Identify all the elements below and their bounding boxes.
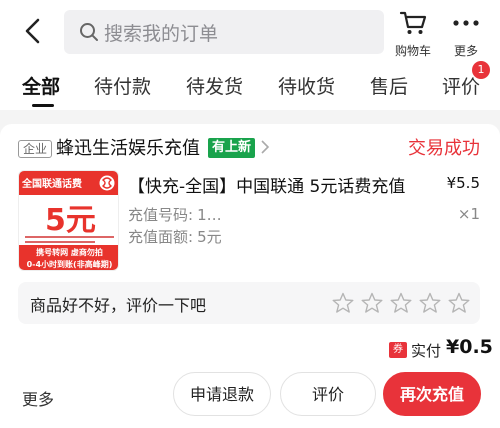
product-price: ¥5.5 bbox=[446, 174, 480, 192]
star-icon[interactable] bbox=[448, 292, 470, 314]
thumbnail-header: 全国联通话费 bbox=[19, 171, 118, 195]
thumbnail-note-2: 0-4小时到账(非高峰期) bbox=[26, 260, 113, 269]
recharge-number-row: 充值号码: 1⁠… bbox=[128, 204, 222, 225]
product-thumbnail[interactable]: 全国联通话费 5元 携号转网 虚商勿拍 0-4小时到账(非高峰期) bbox=[18, 170, 119, 271]
star-icon[interactable] bbox=[361, 292, 383, 314]
more-button[interactable]: 更多 bbox=[446, 10, 486, 59]
attr-label: 充值号码: bbox=[128, 206, 194, 224]
cart-icon bbox=[399, 11, 427, 34]
enterprise-tag: 企业 bbox=[18, 140, 53, 158]
recharge-amount-value: 5元 bbox=[197, 228, 222, 246]
search-icon bbox=[80, 23, 98, 41]
tab-pending-payment[interactable]: 待付款 bbox=[94, 72, 151, 99]
review-prompt[interactable]: 商品好不好，评价一下吧 bbox=[18, 282, 480, 324]
tab-after-sales[interactable]: 售后 bbox=[370, 72, 408, 99]
product-quantity: ×1 bbox=[457, 205, 480, 223]
paid-label: 实付 bbox=[411, 342, 442, 360]
apply-refund-button[interactable]: 申请退款 bbox=[173, 372, 271, 416]
review-count-badge: 1 bbox=[472, 61, 490, 79]
tab-all[interactable]: 全部 bbox=[22, 72, 60, 99]
search-input[interactable]: 搜索我的订单 bbox=[64, 10, 384, 54]
more-label: 更多 bbox=[453, 44, 478, 58]
review-button[interactable]: 评价 bbox=[280, 372, 376, 416]
product-name[interactable]: 【快充-全国】中国联通 5元话费充值 bbox=[128, 172, 405, 197]
search-placeholder: 搜索我的订单 bbox=[104, 23, 219, 45]
new-arrivals-tag[interactable]: 有上新 bbox=[208, 138, 256, 158]
order-status: 交易成功 bbox=[408, 138, 480, 159]
fine-print-lines bbox=[25, 236, 114, 243]
chevron-right-icon[interactable] bbox=[260, 139, 270, 155]
thumbnail-note-1: 携号转网 虚商勿拍 bbox=[36, 248, 103, 257]
review-prompt-text: 商品好不好，评价一下吧 bbox=[30, 296, 207, 315]
thumbnail-title: 全国联通话费 bbox=[22, 179, 82, 190]
recharge-again-button[interactable]: 再次充值 bbox=[383, 372, 481, 416]
attr-label: 充值面额: bbox=[128, 228, 194, 246]
recharge-amount-row: 充值面额: 5元 bbox=[128, 226, 222, 247]
paid-amount: ¥0.5 bbox=[446, 336, 493, 358]
active-tab-indicator bbox=[32, 104, 54, 107]
star-icon[interactable] bbox=[390, 292, 412, 314]
cart-label: 购物车 bbox=[394, 44, 431, 58]
tab-pending-shipment[interactable]: 待发货 bbox=[186, 72, 243, 99]
tab-pending-receipt[interactable]: 待收货 bbox=[278, 72, 335, 99]
cart-button[interactable]: 购物车 bbox=[391, 10, 435, 59]
thumbnail-amount: 5元 bbox=[45, 203, 96, 238]
shop-name[interactable]: 蜂迅生活娱乐充值 bbox=[56, 134, 200, 160]
back-arrow-icon[interactable] bbox=[18, 14, 48, 48]
recharge-number-value: 1⁠… bbox=[197, 206, 222, 224]
order-tabs: 全部 待付款 待发货 待收货 售后 评价 bbox=[0, 62, 500, 110]
unicom-logo-icon bbox=[99, 175, 115, 191]
star-icon[interactable] bbox=[419, 292, 441, 314]
coupon-tag: 券 bbox=[389, 342, 407, 358]
more-actions-link[interactable]: 更多 bbox=[22, 386, 54, 410]
star-icon[interactable] bbox=[332, 292, 354, 314]
more-dots-icon bbox=[453, 20, 479, 26]
thumbnail-footer: 携号转网 虚商勿拍 0-4小时到账(非高峰期) bbox=[19, 245, 118, 270]
